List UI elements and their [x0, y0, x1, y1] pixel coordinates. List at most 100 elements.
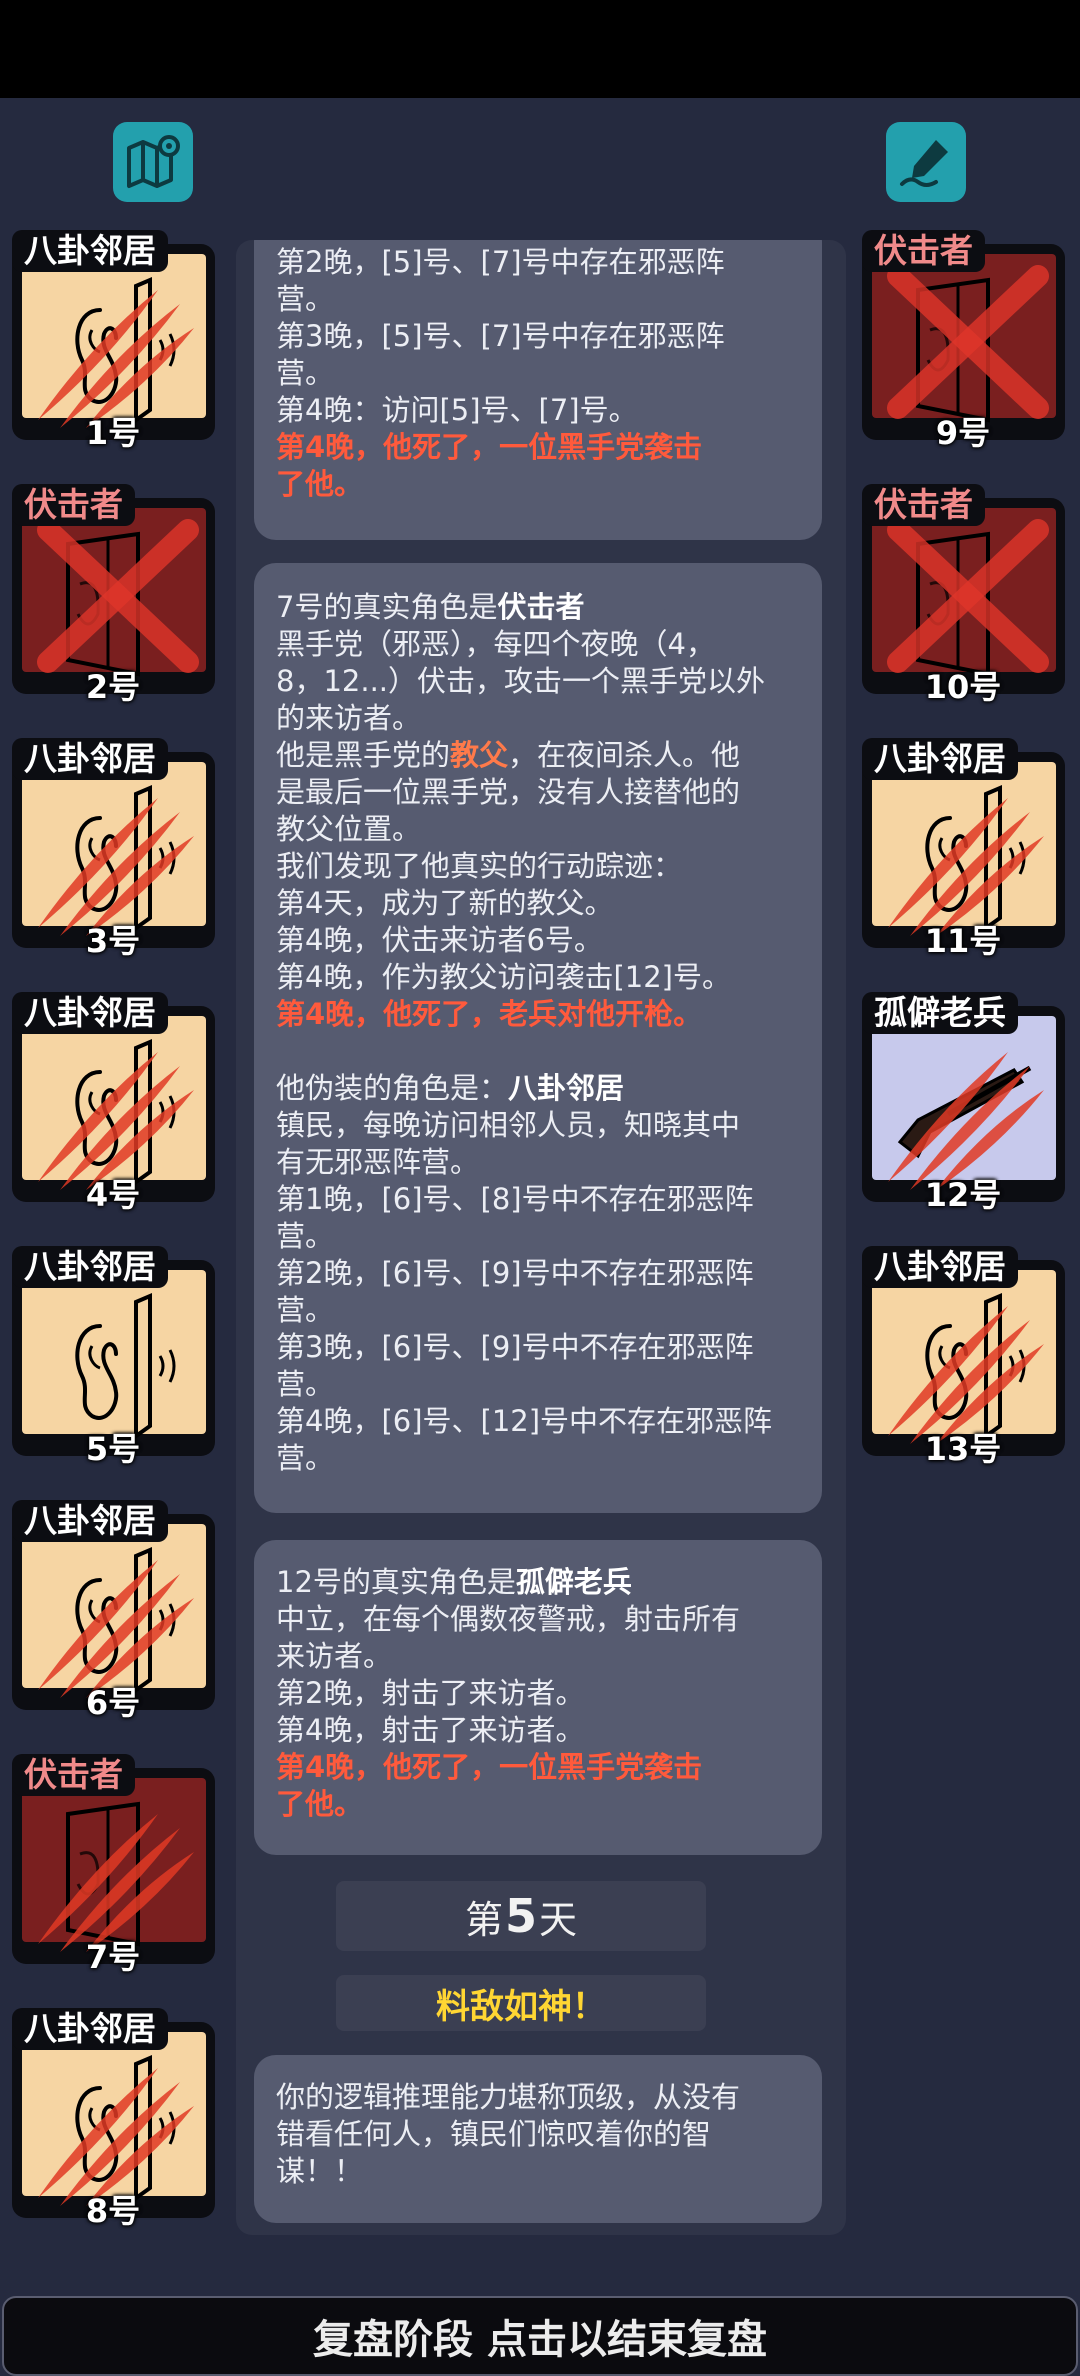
log-line: 第4天，成为了新的教父。	[276, 886, 614, 920]
log-entry-1: 第2晚，[5]号、[7]号中存在邪恶阵 营。 第3晚，[5]号、[7]号中存在邪…	[254, 240, 822, 540]
player-number: 6号	[85, 1684, 141, 1722]
heading-prefix: 12号的真实角色是	[276, 1565, 516, 1599]
log-line: 有无邪恶阵营。	[276, 1145, 480, 1179]
role-label: 八卦邻居	[12, 1500, 168, 1542]
death-line: 第4晚，他死了，老兵对他开枪。	[276, 997, 703, 1031]
player-number: 13号	[924, 1430, 1002, 1468]
log-line: 第4晚：访问[5]号、[7]号。	[276, 393, 638, 427]
role-label: 伏击者	[12, 484, 135, 526]
death-line: 第4晚，他死了，一位黑手党袭击	[276, 1750, 703, 1784]
log-line: 第1晚，[6]号、[8]号中不存在邪恶阵	[276, 1182, 754, 1216]
role-label: 孤僻老兵	[862, 992, 1018, 1034]
log-line: 的来访者。	[276, 701, 422, 735]
death-line: 了他。	[276, 1787, 364, 1821]
player-card-4[interactable]: 八卦邻居 4号	[8, 992, 215, 1212]
log-text: ，在夜间杀人。他	[508, 738, 741, 772]
log-line: 8，12...）伏击，攻击一个黑手党以外	[276, 664, 766, 698]
role-label: 八卦邻居	[12, 230, 168, 272]
death-line: 了他。	[276, 467, 364, 501]
log-line: 他是黑手党的教父，在夜间杀人。他	[276, 737, 800, 774]
player-card-9[interactable]: 伏击者 9号	[858, 230, 1065, 450]
player-card-13[interactable]: 八卦邻居 13号	[858, 1246, 1065, 1466]
log-line: 第3晚，[5]号、[7]号中存在邪恶阵	[276, 319, 725, 353]
log-line: 第4晚，伏击来访者6号。	[276, 923, 603, 957]
summary-box: 你的逻辑推理能力堪称顶级，从没有 错看任何人，镇民们惊叹着你的智 谋！！	[254, 2055, 822, 2223]
log-entry-2: 7号的真实角色是伏击者 黑手党（邪恶），每四个夜晚（4， 8，12...）伏击，…	[254, 563, 822, 1513]
log-text: 他是黑手党的	[276, 738, 451, 772]
player-number: 12号	[924, 1176, 1002, 1214]
log-heading: 7号的真实角色是伏击者	[276, 589, 800, 626]
player-number: 8号	[85, 2192, 141, 2230]
role-label: 伏击者	[862, 484, 985, 526]
log-heading: 他伪装的角色是：八卦邻居	[276, 1070, 800, 1107]
log-line: 第2晚，射击了来访者。	[276, 1676, 585, 1710]
log-line: 营。	[276, 1219, 335, 1253]
log-line: 营。	[276, 356, 335, 390]
heading-prefix: 7号的真实角色是	[276, 590, 498, 624]
log-line: 是最后一位黑手党，没有人接替他的	[276, 775, 741, 809]
log-line: 黑手党（邪恶），每四个夜晚（4，	[276, 627, 715, 661]
log-line: 第2晚，[5]号、[7]号中存在邪恶阵	[276, 245, 725, 279]
log-line: 镇民，每晚访问相邻人员，知晓其中	[276, 1108, 741, 1142]
log-line: 教父位置。	[276, 812, 422, 846]
log-line: 第4晚，[6]号、[12]号中不存在邪恶阵	[276, 1404, 773, 1438]
day-prefix: 第	[464, 1897, 503, 1942]
player-card-11[interactable]: 八卦邻居 11号	[858, 738, 1065, 958]
log-line: 来访者。	[276, 1639, 393, 1673]
day-number: 5	[504, 1889, 537, 1943]
player-card-5[interactable]: 八卦邻居 5号	[8, 1246, 215, 1466]
player-number: 10号	[924, 668, 1002, 706]
map-button[interactable]	[113, 122, 193, 202]
log-line: 第3晚，[6]号、[9]号中不存在邪恶阵	[276, 1330, 754, 1364]
death-line: 第4晚，他死了，一位黑手党袭击	[276, 430, 703, 464]
log-entry-3: 12号的真实角色是孤僻老兵 中立，在每个偶数夜警戒，射击所有 来访者。 第2晚，…	[254, 1540, 822, 1855]
player-card-7[interactable]: 伏击者 7号	[8, 1754, 215, 1974]
player-number: 5号	[85, 1430, 141, 1468]
heading-role: 孤僻老兵	[515, 1565, 632, 1599]
log-line: 中立，在每个偶数夜警戒，射击所有	[276, 1602, 741, 1636]
player-card-12[interactable]: 孤僻老兵 12号	[858, 992, 1065, 1212]
role-label: 八卦邻居	[12, 738, 168, 780]
note-button[interactable]	[886, 122, 966, 202]
log-line: 第4晚，作为教父访问袭击[12]号。	[276, 960, 731, 994]
log-line: 营。	[276, 1441, 335, 1475]
log-line: 第2晚，[6]号、[9]号中不存在邪恶阵	[276, 1256, 754, 1290]
role-label: 八卦邻居	[862, 738, 1018, 780]
log-line: 营。	[276, 1293, 335, 1327]
player-number: 3号	[85, 922, 141, 960]
player-card-6[interactable]: 八卦邻居 6号	[8, 1500, 215, 1720]
role-label: 伏击者	[862, 230, 985, 272]
log-line: 营。	[276, 1367, 335, 1401]
role-label: 八卦邻居	[12, 2008, 168, 2050]
pen-note-icon	[900, 140, 948, 187]
end-review-button[interactable]: 复盘阶段 点击以结束复盘	[2, 2296, 1078, 2376]
player-number: 11号	[924, 922, 1002, 960]
player-number: 1号	[85, 414, 141, 452]
player-number: 7号	[85, 1938, 141, 1976]
summary-line: 谋！！	[276, 2154, 364, 2188]
role-label: 八卦邻居	[12, 992, 168, 1034]
disguise-role: 八卦邻居	[508, 1071, 625, 1105]
day-suffix: 天	[539, 1897, 578, 1942]
player-card-1[interactable]: 八卦邻居 1号	[8, 230, 215, 450]
player-card-2[interactable]: 伏击者 2号	[8, 484, 215, 704]
log-line: 第4晚，射击了来访者。	[276, 1713, 585, 1747]
player-card-10[interactable]: 伏击者 10号	[858, 484, 1065, 704]
review-log[interactable]: 第2晚，[5]号、[7]号中存在邪恶阵 营。 第3晚，[5]号、[7]号中存在邪…	[236, 240, 846, 2235]
player-card-8[interactable]: 八卦邻居 8号	[8, 2008, 215, 2228]
player-card-3[interactable]: 八卦邻居 3号	[8, 738, 215, 958]
summary-line: 错看任何人，镇民们惊叹着你的智	[276, 2117, 712, 2151]
player-number: 2号	[85, 668, 141, 706]
disguise-prefix: 他伪装的角色是：	[276, 1071, 509, 1105]
role-label: 伏击者	[12, 1754, 135, 1796]
role-label: 八卦邻居	[12, 1246, 168, 1288]
heading-role: 伏击者	[497, 590, 585, 624]
godfather-highlight: 教父	[450, 738, 509, 772]
player-number: 9号	[935, 414, 991, 452]
log-heading: 12号的真实角色是孤僻老兵	[276, 1564, 800, 1601]
log-line: 营。	[276, 282, 335, 316]
map-pin-icon	[127, 135, 180, 188]
status-bar	[0, 0, 1080, 98]
role-label: 八卦邻居	[862, 1246, 1018, 1288]
summary-line: 你的逻辑推理能力堪称顶级，从没有	[276, 2080, 741, 2114]
